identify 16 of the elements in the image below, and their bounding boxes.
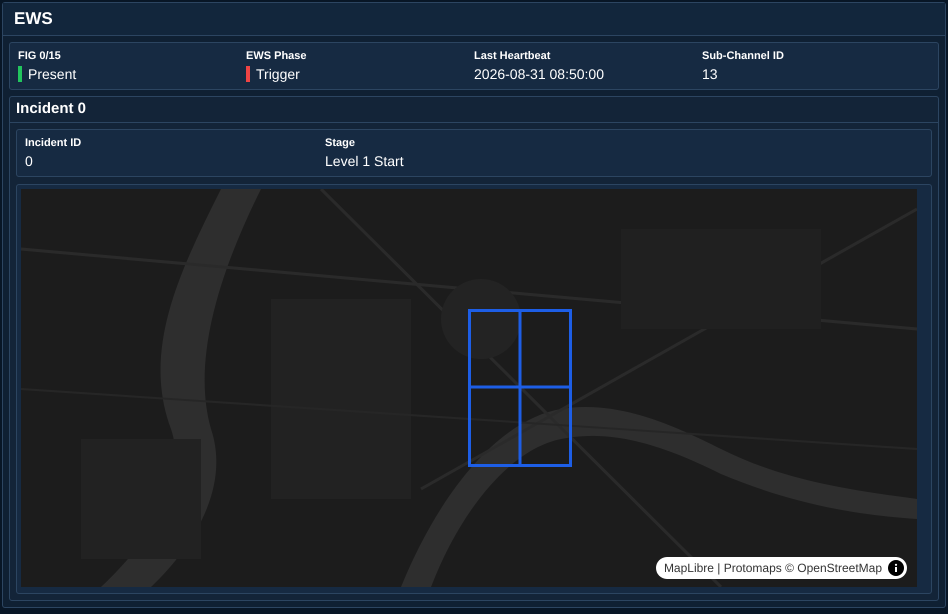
field-value: 13 [702, 65, 718, 84]
field-value: Present [28, 65, 76, 84]
field-value: Trigger [256, 65, 300, 84]
field-value: 0 [25, 152, 33, 171]
field-label: FIG 0/15 [18, 49, 62, 64]
field-label: Stage [325, 136, 356, 151]
info-icon[interactable] [888, 560, 904, 576]
field-label: Incident ID [25, 136, 82, 151]
field-value: 2026-08-31 08:50:00 [474, 65, 604, 84]
field-label: EWS Phase [246, 49, 308, 64]
field-value: Level 1 Start [325, 152, 404, 171]
panel-title: EWS [14, 8, 53, 30]
field-label: Sub-Channel ID [702, 49, 785, 64]
map-attribution: MapLibre | Protomaps © OpenStreetMap [664, 560, 882, 577]
incident-title: Incident 0 [16, 99, 86, 120]
field-label: Last Heartbeat [474, 49, 552, 64]
